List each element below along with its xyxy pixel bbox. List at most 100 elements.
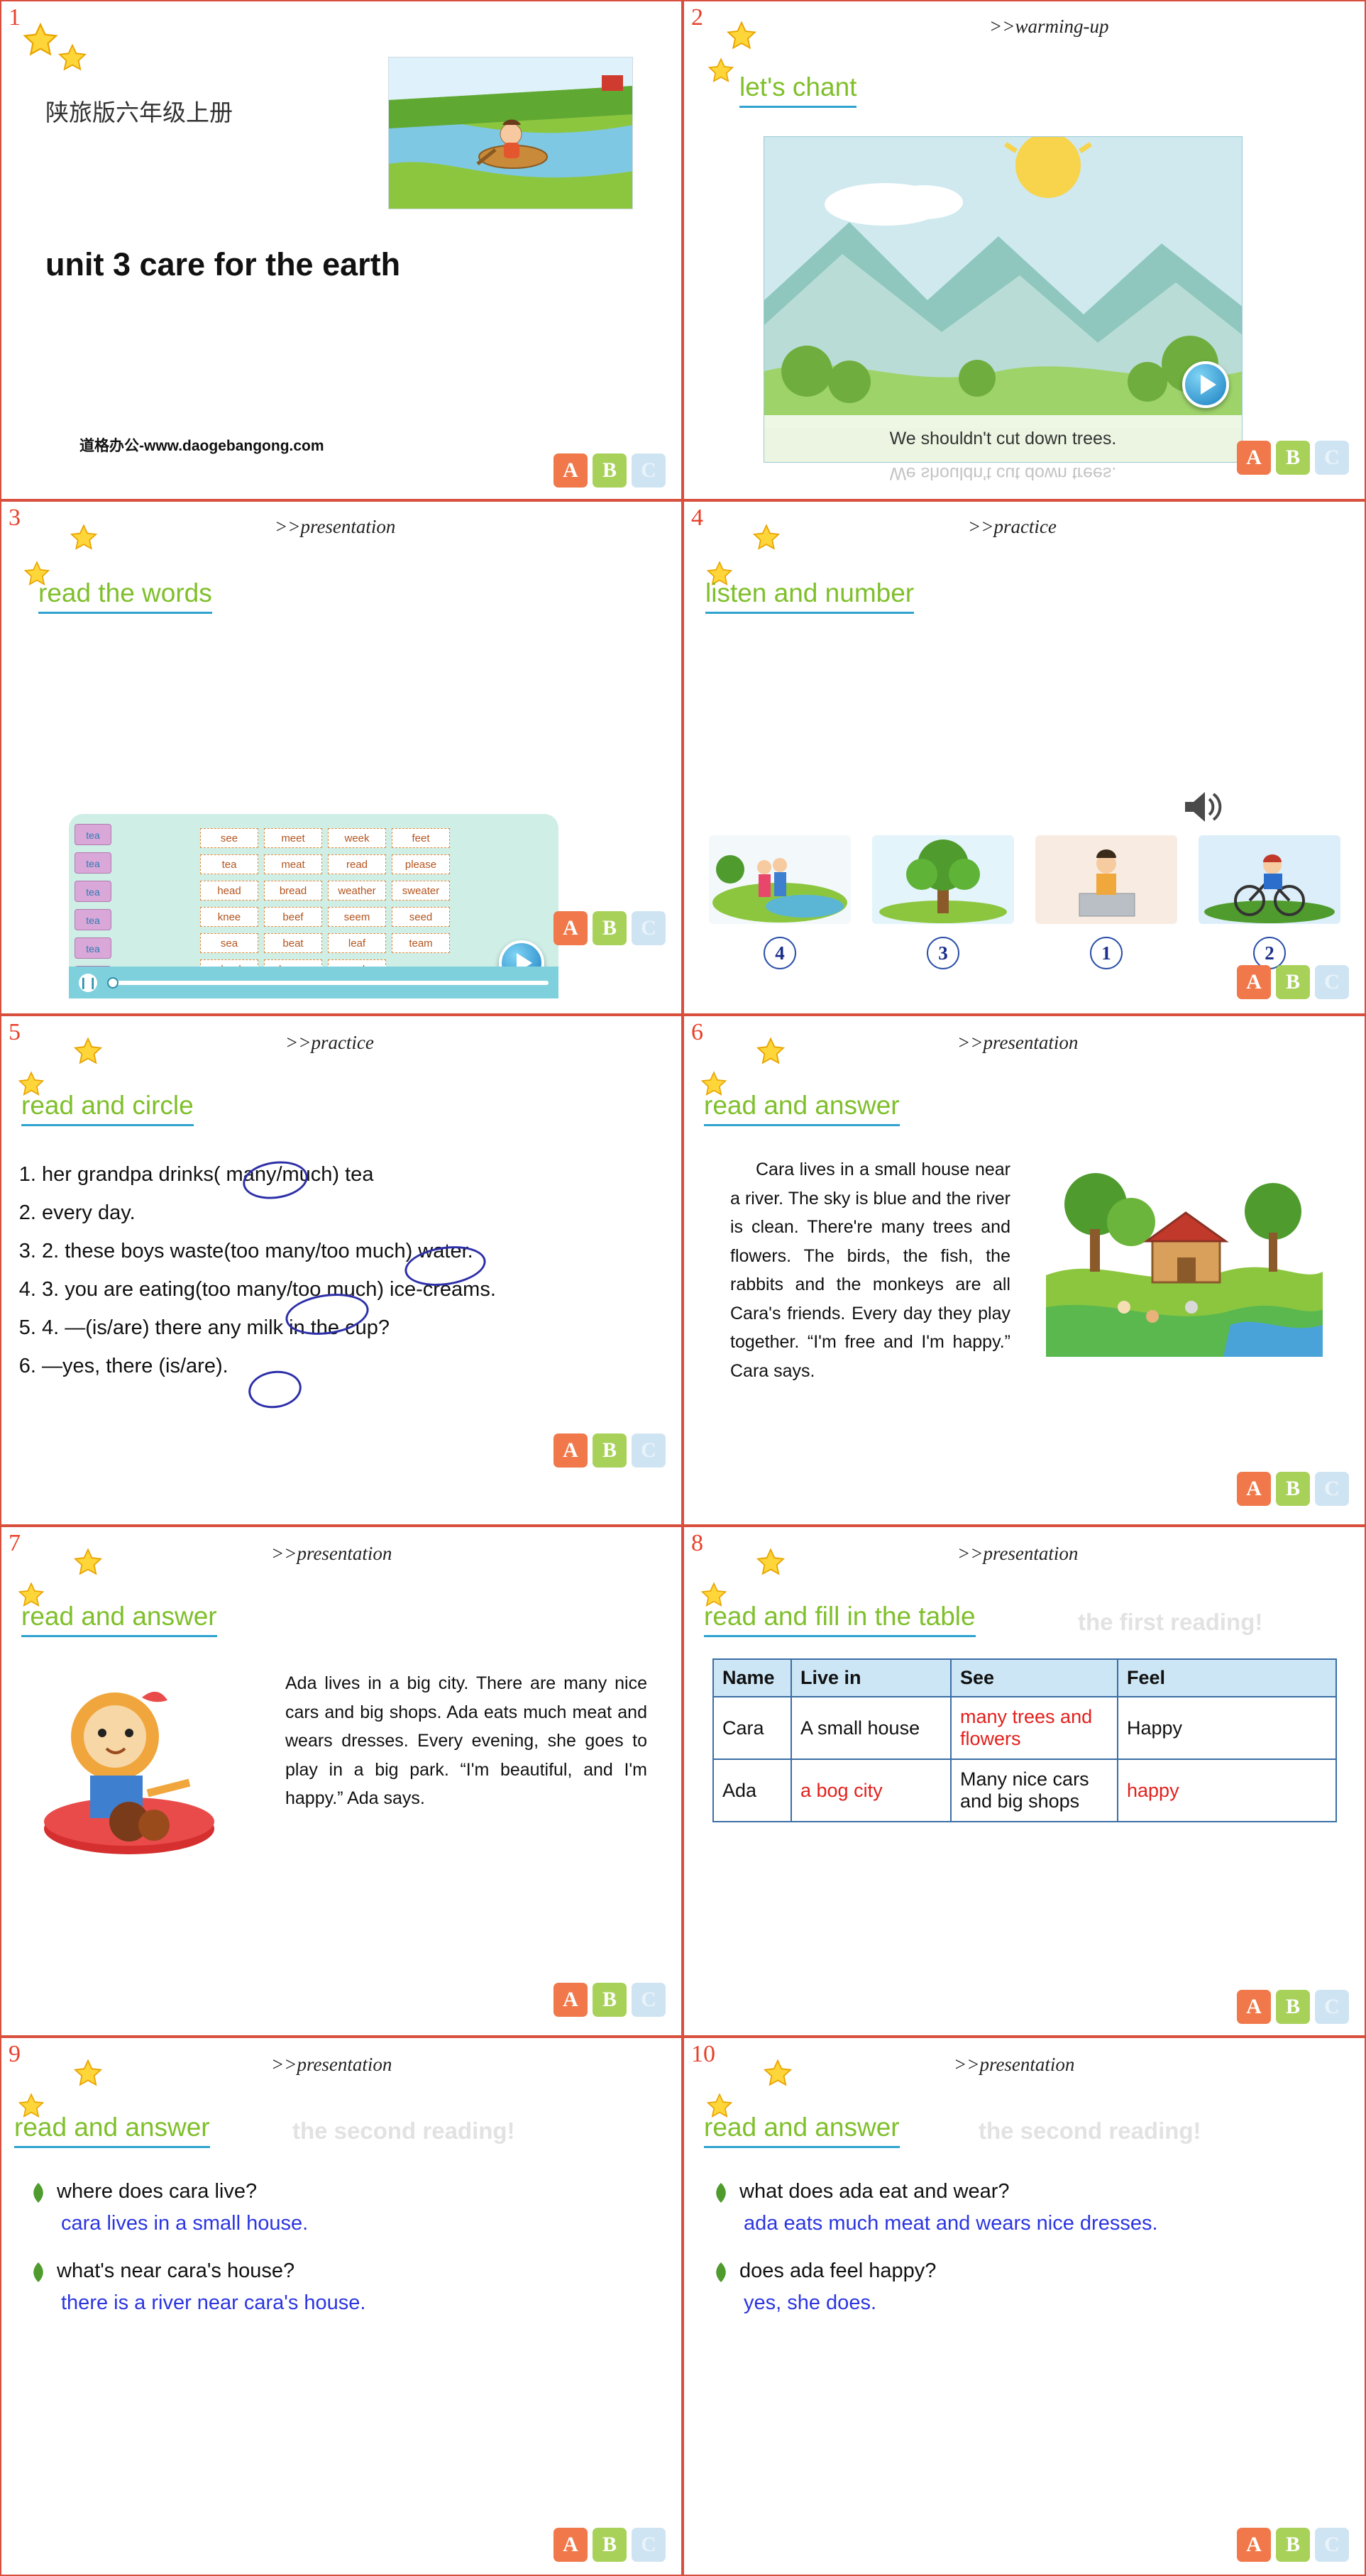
section-kicker: >>practice: [285, 1032, 374, 1053]
pause-icon[interactable]: ❙❙: [79, 973, 97, 992]
abc-block-a[interactable]: A: [1237, 441, 1271, 475]
abc-block-c[interactable]: C: [632, 911, 666, 945]
slide-9: 9 >>presentation read and answer the sec…: [0, 2037, 683, 2576]
abc-block-b[interactable]: B: [593, 1983, 627, 2017]
abc-block-b[interactable]: B: [593, 2528, 627, 2562]
picture-cyclist: [1199, 835, 1340, 924]
tea-label: tea: [75, 852, 111, 874]
slide-number: 3: [9, 505, 21, 531]
passage-illustration: [1046, 1155, 1323, 1357]
word-cell: head: [200, 881, 258, 901]
word-cell: beat: [264, 933, 322, 953]
progress-handle[interactable]: [107, 976, 119, 989]
textbook-edition: 陕旅版六年级上册: [45, 99, 233, 126]
abc-block-b[interactable]: B: [1276, 1472, 1310, 1506]
star-icon: [72, 1036, 104, 1067]
section-kicker: >>warming-up: [989, 16, 1109, 37]
number-badge: 1: [1090, 937, 1123, 969]
summary-table: Name Live in See Feel Cara A small house…: [712, 1658, 1337, 1822]
word-cell: seed: [392, 907, 450, 927]
table-header-feel: Feel: [1117, 1658, 1337, 1697]
abc-blocks[interactable]: A B C: [553, 1433, 666, 1468]
abc-block-c[interactable]: C: [1315, 1472, 1349, 1506]
star-icon: [707, 57, 735, 85]
abc-block-a[interactable]: A: [1237, 1990, 1271, 2024]
tea-label: tea: [75, 881, 111, 902]
abc-block-a[interactable]: A: [553, 1983, 588, 2017]
listen-item: 1: [1035, 835, 1177, 969]
leaf-icon: [33, 2183, 43, 2203]
word-cell: seem: [328, 907, 386, 927]
word-cell: sweater: [392, 881, 450, 901]
star-icon: [755, 1036, 786, 1067]
star-icon: [725, 20, 758, 53]
section-kicker: >>presentation: [957, 1032, 1079, 1053]
abc-block-a[interactable]: A: [1237, 965, 1271, 999]
abc-block-a[interactable]: A: [553, 1433, 588, 1468]
answer-text: yes, she does.: [744, 2291, 876, 2314]
word-cell: please: [392, 854, 450, 874]
abc-block-b[interactable]: B: [593, 453, 627, 488]
picture-boy-on-box: [1035, 835, 1177, 924]
abc-block-c[interactable]: C: [632, 1983, 666, 2017]
table-header-name: Name: [712, 1658, 792, 1697]
slide-5: 5 >>practice read and circle her grandpa…: [0, 1015, 683, 1526]
abc-block-c[interactable]: C: [632, 453, 666, 488]
abc-blocks[interactable]: A B C: [553, 453, 666, 488]
question-row: does ada feel happy?: [712, 2259, 1337, 2283]
slide-3: 3 >>presentation read the words tea tea …: [0, 500, 683, 1015]
tea-label: tea: [75, 824, 111, 845]
play-button[interactable]: [1182, 361, 1229, 408]
abc-blocks[interactable]: A B C: [553, 1983, 666, 2017]
abc-block-c[interactable]: C: [1315, 2528, 1349, 2562]
qa-block: where does cara live? cara lives in a sm…: [30, 2180, 654, 2338]
cell-feel: Happy: [1117, 1696, 1337, 1760]
abc-blocks[interactable]: A B C: [1237, 2528, 1349, 2562]
cover-illustration: [388, 57, 633, 209]
abc-block-a[interactable]: A: [1237, 2528, 1271, 2562]
abc-block-a[interactable]: A: [553, 453, 588, 488]
answer-text: ada eats much meat and wears nice dresse…: [744, 2212, 1158, 2235]
reading-passage: Ada lives in a big city. There are many …: [285, 1673, 647, 1808]
abc-blocks[interactable]: A B C: [1237, 1472, 1349, 1506]
activity-heading: read the words: [38, 578, 212, 614]
abc-block-b[interactable]: B: [1276, 1990, 1310, 2024]
question-text: what's near cara's house?: [57, 2259, 295, 2282]
tea-label-column: tea tea tea tea tea tea: [75, 824, 111, 987]
abc-blocks[interactable]: A B C: [1237, 1990, 1349, 2024]
abc-blocks[interactable]: A B C: [553, 911, 666, 945]
abc-block-b[interactable]: B: [593, 1433, 627, 1468]
abc-blocks[interactable]: A B C: [1237, 441, 1349, 475]
reading-stage-label: the second reading!: [292, 2118, 515, 2144]
section-kicker: >>practice: [968, 516, 1057, 537]
abc-block-a[interactable]: A: [1237, 1472, 1271, 1506]
slide-6: 6 >>presentation read and answer Cara li…: [683, 1015, 1366, 1526]
abc-blocks[interactable]: A B C: [1237, 965, 1349, 999]
abc-block-b[interactable]: B: [1276, 2528, 1310, 2562]
slide-1: 1 陕旅版六年级上册 unit 3 care for the earth 道格办…: [0, 0, 683, 500]
abc-block-b[interactable]: B: [1276, 441, 1310, 475]
abc-block-b[interactable]: B: [593, 911, 627, 945]
abc-blocks[interactable]: A B C: [553, 2528, 666, 2562]
cell-feel: happy: [1117, 1758, 1337, 1822]
question-row: what does ada eat and wear?: [712, 2180, 1337, 2203]
progress-track[interactable]: [107, 976, 549, 989]
abc-block-c[interactable]: C: [1315, 441, 1349, 475]
abc-block-a[interactable]: A: [553, 2528, 588, 2562]
listen-item: 2: [1199, 835, 1340, 969]
abc-block-a[interactable]: A: [553, 911, 588, 945]
section-kicker: >>presentation: [271, 2054, 392, 2075]
abc-block-c[interactable]: C: [632, 2528, 666, 2562]
abc-block-c[interactable]: C: [1315, 965, 1349, 999]
reading-stage-label: the first reading!: [1078, 1609, 1263, 1635]
speaker-icon[interactable]: [1181, 789, 1222, 828]
slide-number: 6: [691, 1019, 703, 1045]
star-icon: [57, 43, 88, 74]
media-player-bar[interactable]: ❙❙: [69, 967, 558, 998]
question-text: where does cara live?: [57, 2180, 258, 2203]
star-icon: [751, 523, 781, 553]
slide-grid: 1 陕旅版六年级上册 unit 3 care for the earth 道格办…: [0, 0, 1366, 2576]
abc-block-c[interactable]: C: [1315, 1990, 1349, 2024]
abc-block-c[interactable]: C: [632, 1433, 666, 1468]
abc-block-b[interactable]: B: [1276, 965, 1310, 999]
